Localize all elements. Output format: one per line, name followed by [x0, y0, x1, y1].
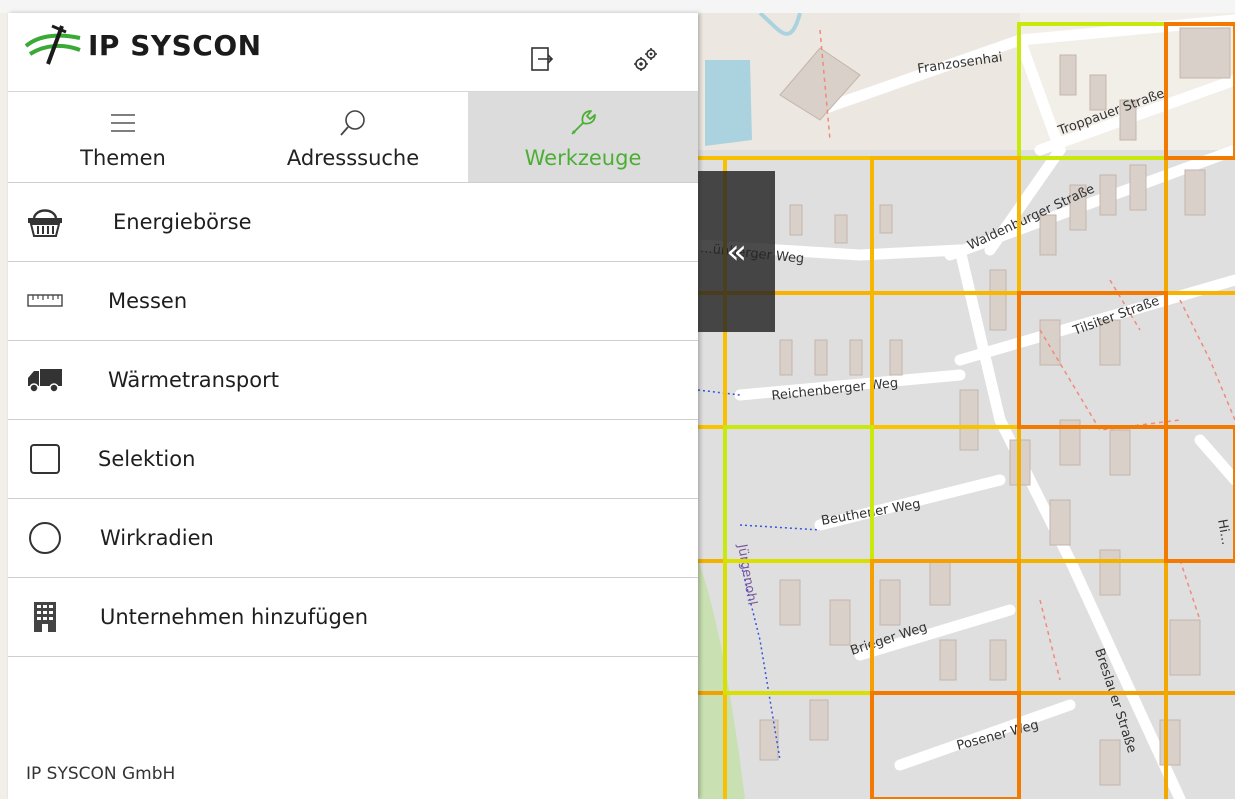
tool-messen[interactable]: Messen — [8, 262, 698, 341]
sidebar-header: IP SYSCON — [8, 13, 698, 92]
collapse-sidebar-button[interactable]: « — [698, 171, 775, 332]
tool-label: Energiebörse — [113, 210, 252, 234]
tool-label: Wirkradien — [100, 526, 214, 550]
settings-button[interactable] — [632, 45, 660, 73]
tab-label: Adresssuche — [286, 146, 420, 170]
building-icon — [26, 600, 64, 634]
tool-label: Wärmetransport — [108, 368, 279, 392]
circle-icon — [26, 521, 64, 555]
tab-werkzeuge[interactable]: Werkzeuge — [468, 92, 698, 182]
double-chevron-left-icon: « — [726, 231, 747, 272]
tab-bar: Themen Adresssuche Werkzeuge — [8, 92, 698, 183]
logout-button[interactable] — [528, 45, 556, 73]
tab-label: Werkzeuge — [524, 146, 642, 170]
tool-list: Energiebörse Messen Wärmetransport Selek… — [8, 183, 698, 657]
tool-waermetransport[interactable]: Wärmetransport — [8, 341, 698, 420]
menu-icon — [8, 106, 238, 140]
tool-label: Messen — [108, 289, 188, 313]
search-icon — [238, 106, 468, 140]
gears-icon — [634, 48, 657, 71]
tab-adresssuche[interactable]: Adresssuche — [238, 92, 468, 182]
logout-icon — [531, 47, 554, 71]
tab-themen[interactable]: Themen — [8, 92, 238, 182]
tool-energieboerse[interactable]: Energiebörse — [8, 183, 698, 262]
tool-unternehmen-hinzufuegen[interactable]: Unternehmen hinzufügen — [8, 578, 698, 657]
basket-icon — [26, 205, 64, 239]
brand-name: IP SYSCON — [88, 28, 262, 62]
tab-label: Themen — [80, 146, 166, 170]
brand-logo: IP SYSCON — [22, 24, 262, 65]
tool-selektion[interactable]: Selektion — [8, 420, 698, 499]
sidebar-panel: IP SYSCON Themen Adresssuche Werkzeuge E… — [8, 13, 698, 799]
ruler-icon — [26, 284, 64, 318]
footer-company: IP SYSCON GmbH — [26, 764, 176, 784]
tool-wirkradien[interactable]: Wirkradien — [8, 499, 698, 578]
truck-icon — [26, 363, 64, 397]
tool-label: Unternehmen hinzufügen — [100, 605, 369, 629]
logo-mark-icon — [24, 24, 81, 65]
wrench-icon — [468, 106, 698, 140]
top-strip — [0, 0, 1235, 13]
tool-label: Selektion — [98, 447, 196, 471]
square-icon — [26, 442, 64, 476]
